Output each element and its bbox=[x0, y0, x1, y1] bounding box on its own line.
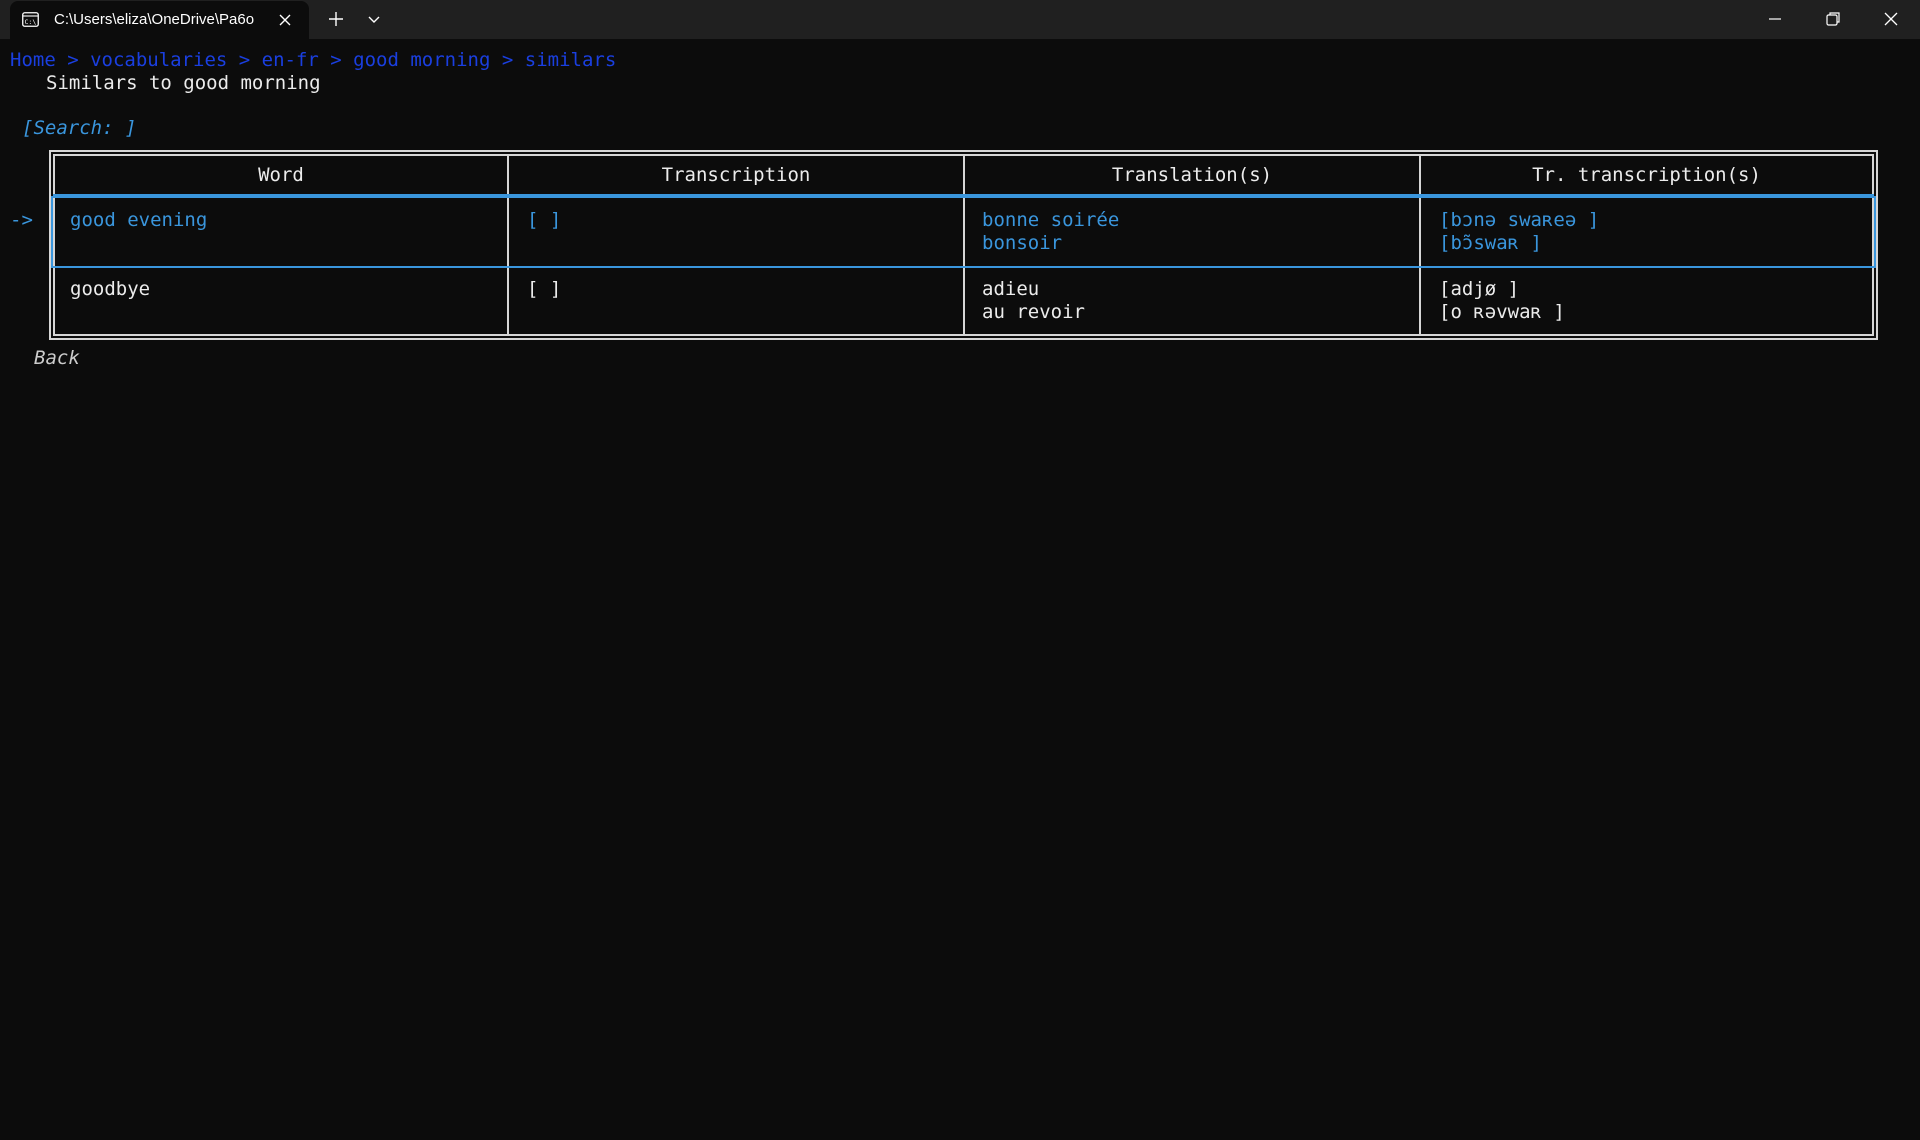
column-header-word: Word bbox=[258, 164, 304, 186]
breadcrumb: Home > vocabularies > en-fr > good morni… bbox=[10, 49, 617, 71]
cell-tr-transcription: [adjø ] bbox=[1439, 278, 1520, 300]
column-header-translations: Translation(s) bbox=[1111, 164, 1273, 186]
cell-translation: au revoir bbox=[982, 301, 1085, 323]
tab-terminal[interactable]: C:\ C:\Users\eliza\OneDrive\Pa6o bbox=[10, 1, 309, 39]
close-icon[interactable] bbox=[276, 11, 294, 29]
back-button[interactable]: Back bbox=[34, 347, 80, 370]
maximize-icon[interactable] bbox=[1822, 8, 1844, 30]
column-header-transcription: Transcription bbox=[661, 164, 811, 186]
page-title: Similars to good morning bbox=[46, 72, 321, 94]
selection-marker: -> bbox=[10, 209, 33, 231]
cell-tr-transcription: [o ʀəvwaʀ ] bbox=[1439, 301, 1565, 323]
svg-text:C:\: C:\ bbox=[25, 18, 37, 26]
chevron-down-icon[interactable] bbox=[365, 10, 383, 28]
terminal-icon: C:\ bbox=[22, 12, 39, 27]
cell-transcription: [ ] bbox=[527, 278, 562, 300]
cell-tr-transcription: [bɔ̃swaʀ ] bbox=[1439, 232, 1542, 254]
cell-translation: bonsoir bbox=[982, 232, 1063, 254]
minimize-icon[interactable] bbox=[1764, 8, 1786, 30]
column-header-tr-transcriptions: Tr. transcription(s) bbox=[1532, 164, 1761, 186]
title-bar: C:\ C:\Users\eliza\OneDrive\Pa6o bbox=[0, 0, 1920, 39]
window-close-icon[interactable] bbox=[1880, 8, 1902, 30]
search-input[interactable]: [Search: ] bbox=[22, 117, 136, 140]
tab-title: C:\Users\eliza\OneDrive\Pa6o bbox=[54, 11, 255, 28]
cell-tr-transcription: [bɔnə swaʀeə ] bbox=[1439, 209, 1600, 231]
plus-icon[interactable] bbox=[326, 9, 346, 29]
selected-row-highlight bbox=[51, 196, 1876, 268]
cell-word: good evening bbox=[70, 209, 208, 231]
cell-translation: adieu bbox=[982, 278, 1040, 300]
cell-translation: bonne soirée bbox=[982, 209, 1120, 231]
cell-transcription: [ ] bbox=[527, 209, 562, 231]
cell-word: goodbye bbox=[70, 278, 151, 300]
